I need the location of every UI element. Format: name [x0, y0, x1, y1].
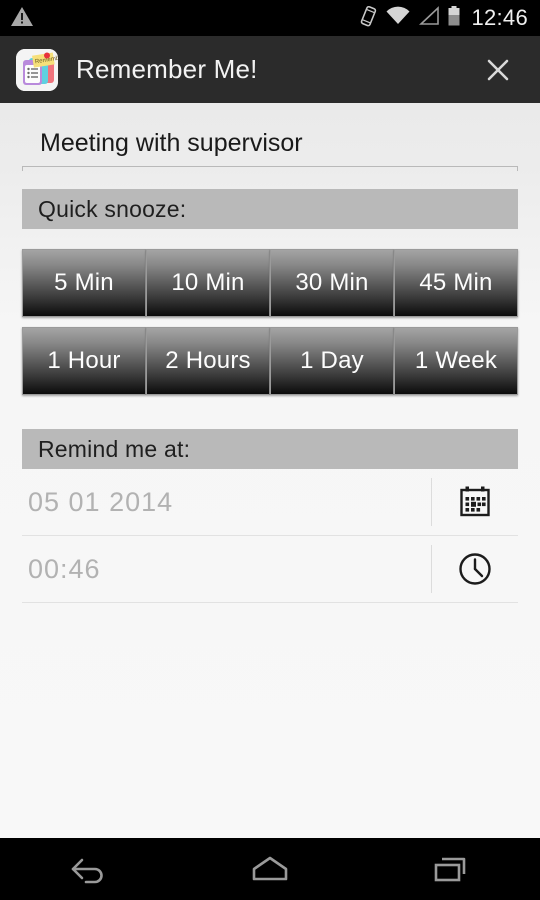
app-header: Remember Remember Me! — [0, 36, 540, 103]
reminder-title-field — [22, 129, 518, 171]
remind-me-label: Remind me at: — [38, 435, 191, 462]
status-bar-clock: 12:46 — [471, 5, 528, 30]
snooze-button-45-min[interactable]: 45 Min — [394, 249, 518, 317]
date-value[interactable]: 05 01 2014 — [22, 487, 431, 518]
snooze-button-1-day[interactable]: 1 Day — [270, 327, 394, 395]
snooze-button-2-hours[interactable]: 2 Hours — [146, 327, 270, 395]
status-bar-right: 12:46 — [358, 5, 540, 32]
reminder-title-input[interactable] — [22, 129, 518, 166]
snooze-row: 1 Hour 2 Hours 1 Day 1 Week — [22, 327, 518, 395]
clock-picker-button[interactable] — [432, 536, 518, 603]
time-picker-row[interactable]: 00:46 — [22, 536, 518, 603]
status-bar: 12:46 — [0, 0, 540, 36]
cellular-signal-icon — [418, 5, 440, 31]
quick-snooze-grid: 5 Min 10 Min 30 Min 45 Min 1 Hour 2 Hour… — [22, 249, 518, 405]
app-screen: 12:46 Remember Remember Me! Meeting with… — [0, 0, 540, 900]
nav-recents-button[interactable] — [360, 838, 540, 900]
back-icon — [71, 858, 103, 884]
status-bar-left — [0, 5, 34, 32]
snooze-button-1-week[interactable]: 1 Week — [394, 327, 518, 395]
android-navigation-bar — [0, 838, 540, 900]
nav-back-button[interactable] — [0, 838, 180, 900]
quick-snooze-section-header: Quick snooze: — [22, 189, 518, 229]
recents-icon — [434, 857, 466, 882]
battery-icon — [447, 5, 461, 32]
remind-me-section-header: Remind me at: — [22, 429, 518, 469]
quick-snooze-label: Quick snooze: — [38, 195, 187, 222]
snooze-row: 5 Min 10 Min 30 Min 45 Min — [22, 249, 518, 317]
snooze-button-1-hour[interactable]: 1 Hour — [22, 327, 146, 395]
time-value[interactable]: 00:46 — [22, 554, 431, 585]
warning-triangle-icon — [10, 5, 34, 32]
calendar-icon — [460, 486, 490, 517]
vibrate-icon — [358, 5, 378, 32]
home-icon — [252, 856, 288, 881]
content-area: Quick snooze: 5 Min 10 Min 30 Min 45 Min… — [0, 103, 540, 838]
input-underline — [22, 166, 518, 171]
snooze-button-10-min[interactable]: 10 Min — [146, 249, 270, 317]
snooze-button-30-min[interactable]: 30 Min — [270, 249, 394, 317]
page-title: Remember Me! — [76, 54, 258, 84]
snooze-button-5-min[interactable]: 5 Min — [22, 249, 146, 317]
clock-icon — [459, 553, 491, 585]
remember-me-app-icon: Remember — [16, 48, 58, 91]
date-picker-row[interactable]: 05 01 2014 — [22, 469, 518, 536]
close-icon — [487, 59, 509, 80]
calendar-picker-button[interactable] — [432, 469, 518, 536]
close-button[interactable] — [478, 50, 518, 90]
wifi-icon — [385, 6, 411, 31]
nav-home-button[interactable] — [180, 838, 360, 900]
